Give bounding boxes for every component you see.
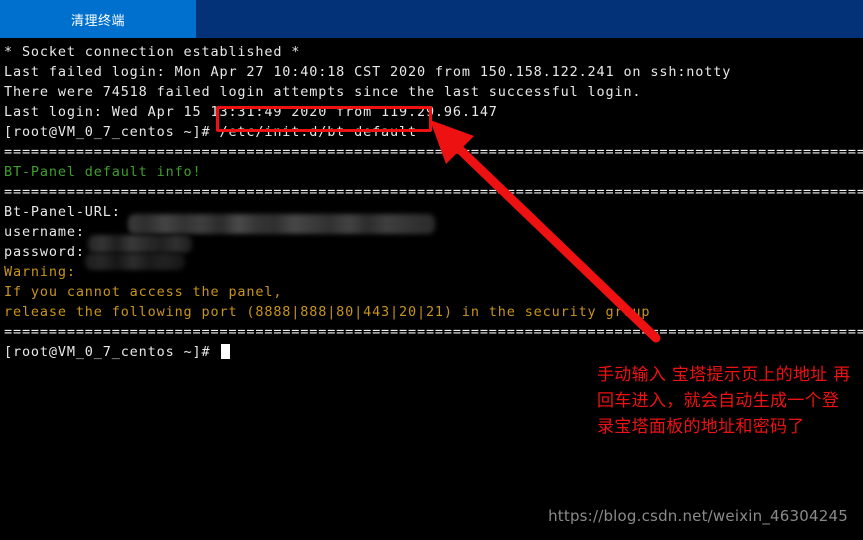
terminal-line: release the following port (8888|888|80|… [4, 304, 651, 320]
terminal-line: Last login: Wed Apr 15 13:31:49 2020 fro… [4, 104, 498, 120]
terminal-line: There were 74518 failed login attempts s… [4, 84, 642, 100]
redacted-username [88, 235, 192, 253]
terminal-line: Last failed login: Mon Apr 27 10:40:18 C… [4, 64, 732, 80]
screenshot-root: 清理终端 * Socket connection established * La… [0, 0, 863, 540]
terminal-cursor [221, 344, 231, 359]
tab-clear-terminal[interactable]: 清理终端 [0, 0, 196, 38]
redacted-password [85, 253, 185, 270]
annotation-text: 手动输入 宝塔提示页上的地址 再回车进入，就会自动生成一个登录宝塔面板的地址和密… [597, 365, 851, 437]
terminal-output-area[interactable]: * Socket connection established * Last fa… [0, 38, 863, 540]
terminal-line: [root@VM_0_7_centos ~]# /etc/init.d/bt d… [4, 124, 417, 140]
redacted-panel-url [128, 214, 435, 234]
window-titlebar: 清理终端 [0, 0, 863, 38]
tab-clear-terminal-label: 清理终端 [70, 13, 125, 29]
terminal-separator: ========================================… [4, 184, 863, 200]
terminal-line: If you cannot access the panel, [4, 284, 283, 300]
terminal-separator: ========================================… [4, 324, 863, 340]
terminal-line: BT-Panel default info! [4, 164, 202, 180]
terminal-lines: * Socket connection established * Last fa… [4, 42, 863, 362]
terminal-separator: ========================================… [4, 144, 863, 160]
watermark-url: https://blog.csdn.net/weixin_46304245 [548, 507, 848, 525]
terminal-line: [root@VM_0_7_centos ~]# [4, 342, 863, 362]
terminal-line: * Socket connection established * [4, 44, 301, 60]
